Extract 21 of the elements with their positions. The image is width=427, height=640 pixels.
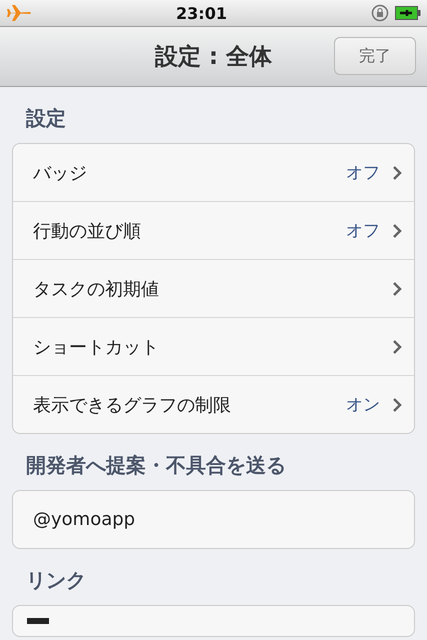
row-value: オフ: [346, 220, 380, 242]
section-header: 開発者へ提案・不具合を送る: [25, 452, 287, 479]
settings-row[interactable]: バッジ オフ: [13, 144, 414, 201]
row-label: 行動の並び順: [33, 220, 142, 242]
done-button[interactable]: 完了: [334, 37, 416, 75]
settings-row[interactable]: タスクの初期値: [13, 259, 414, 317]
row-label: 表示できるグラフの制限: [33, 394, 232, 416]
settings-row[interactable]: 行動の並び順 オフ: [13, 201, 414, 259]
row-value: オン: [346, 394, 380, 416]
row-label: タスクの初期値: [33, 278, 160, 300]
row-label: @yomoapp: [33, 509, 136, 530]
row-value: オフ: [346, 162, 380, 184]
settings-row[interactable]: ショートカット: [13, 317, 414, 375]
row-label: ショートカット: [33, 336, 160, 358]
status-time: 23:01: [176, 4, 227, 22]
settings-row[interactable]: @yomoapp: [13, 491, 414, 548]
section-header: リンク: [25, 567, 87, 594]
row-label: バッジ: [33, 162, 88, 184]
section-header: 設定: [24, 105, 67, 132]
settings-row[interactable]: 表示できるグラフの制限 オン: [13, 375, 414, 433]
nav-title: 設定 : 全体: [154, 43, 272, 72]
